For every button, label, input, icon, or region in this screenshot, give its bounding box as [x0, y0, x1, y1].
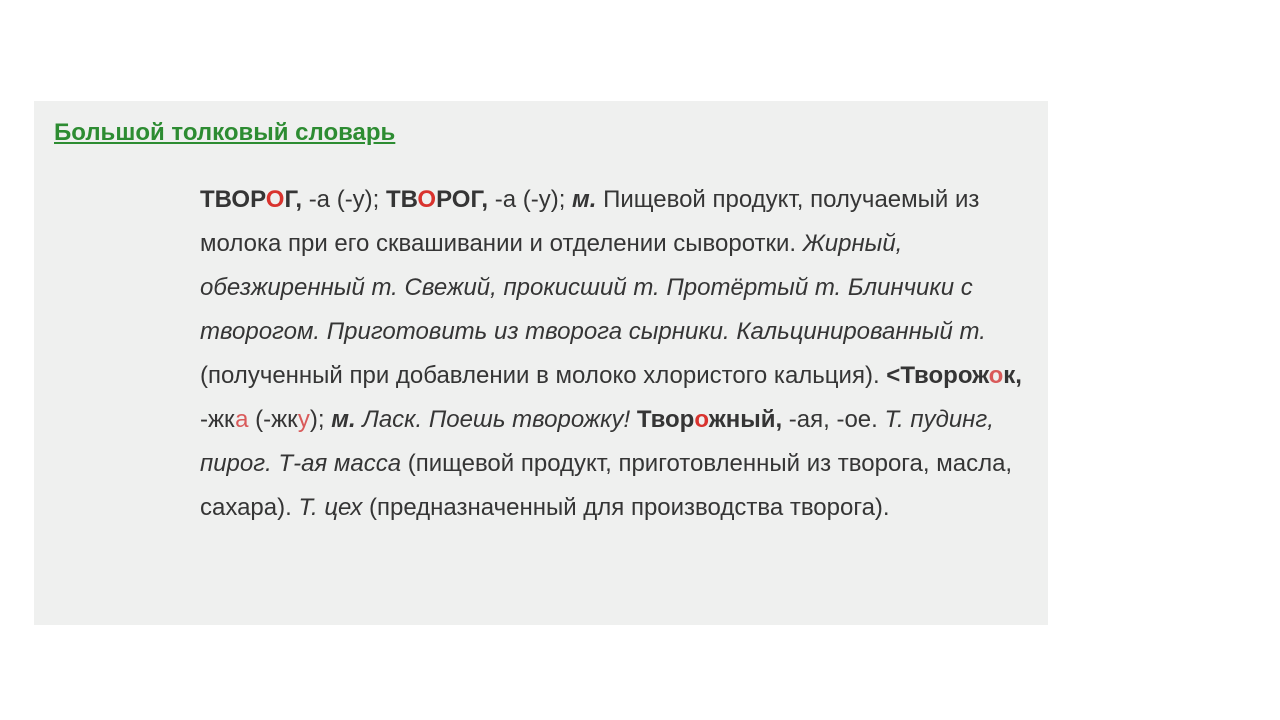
example-2: Ласк. Поешь творожку! [362, 406, 630, 433]
derivative-2-inflect: -ая, -ое. [789, 406, 878, 433]
deriv-arrow: < [886, 362, 900, 389]
example-4: Т. цех [298, 494, 362, 521]
gender-mark-1: м. [572, 186, 596, 213]
gender-mark-2: м. [331, 406, 355, 433]
headword-2: ТВОРОГ, [386, 186, 488, 213]
derivative-2: Творожный, [637, 406, 782, 433]
dictionary-title-link[interactable]: Большой толковый словарь [54, 119, 395, 146]
derivative-1-inflect: -жка (-жку); [200, 406, 325, 433]
dictionary-entry: ТВОРОГ, -а (-у); ТВОРОГ, -а (-у); м. Пищ… [200, 178, 1024, 530]
headword-1: ТВОРОГ, [200, 186, 302, 213]
derivative-1: Творожок, [900, 362, 1022, 389]
paren-note-3: (предназначенный для производства творог… [369, 494, 890, 521]
dictionary-card: Большой толковый словарь ТВОРОГ, -а (-у)… [34, 101, 1048, 625]
paren-note-1: (полученный при добавлении в молоко хлор… [200, 362, 880, 389]
